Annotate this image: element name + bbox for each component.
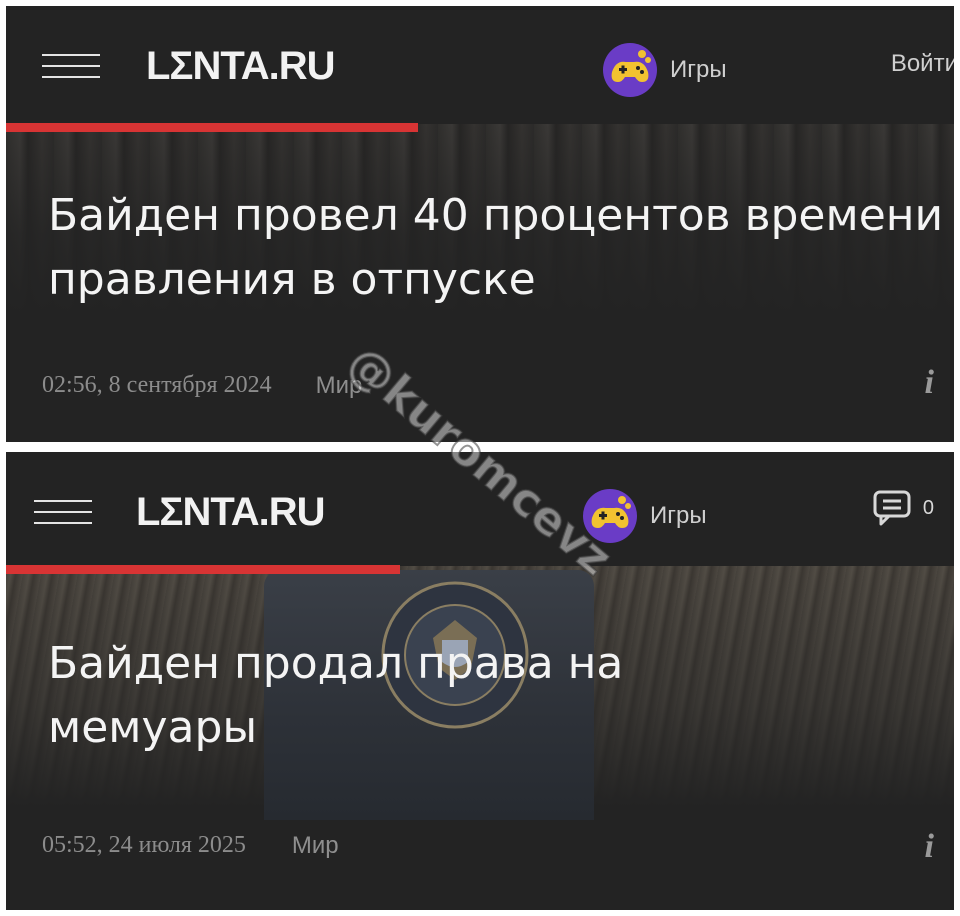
site-header: LΣNTA.RU Игры 0 [6,452,954,566]
menu-icon[interactable] [34,500,92,526]
login-button[interactable]: Войти [891,50,954,78]
games-link[interactable]: Игры [582,488,707,544]
info-icon[interactable]: i [925,828,934,866]
site-header: LΣNTA.RU Игры Войти [6,6,954,124]
site-logo[interactable]: LΣNTA.RU [136,490,326,535]
article-rubric[interactable]: Мир [292,832,339,860]
gamepad-icon [603,43,657,97]
comments-count: 0 [922,496,934,519]
article-rubric[interactable]: Мир [316,372,363,400]
article-datetime: 02:56, 8 сентября 2024 [42,372,272,398]
info-icon[interactable]: i [925,364,934,402]
games-link[interactable]: Игры [602,42,727,98]
screenshot-bottom: LΣNTA.RU Игры 0 Байден продал права на м… [6,452,954,910]
menu-icon[interactable] [42,54,100,80]
article-title[interactable]: Байден продал права на мемуары [48,632,788,760]
games-label: Игры [670,56,727,83]
article-datetime: 05:52, 24 июля 2025 [42,832,246,858]
games-label: Игры [650,502,707,529]
comments-button[interactable]: 0 [873,490,934,526]
site-logo[interactable]: LΣNTA.RU [146,44,336,89]
gamepad-icon [583,489,637,543]
comment-icon [873,490,911,526]
progress-bar [6,123,418,132]
article-meta: 02:56, 8 сентября 2024 Мир [42,372,362,400]
screenshot-top: LΣNTA.RU Игры Войти Байден провел 40 про… [6,6,954,442]
article-meta: 05:52, 24 июля 2025 Мир [42,832,339,860]
article-title[interactable]: Байден провел 40 процентов времени правл… [48,184,948,312]
progress-bar [6,565,400,574]
